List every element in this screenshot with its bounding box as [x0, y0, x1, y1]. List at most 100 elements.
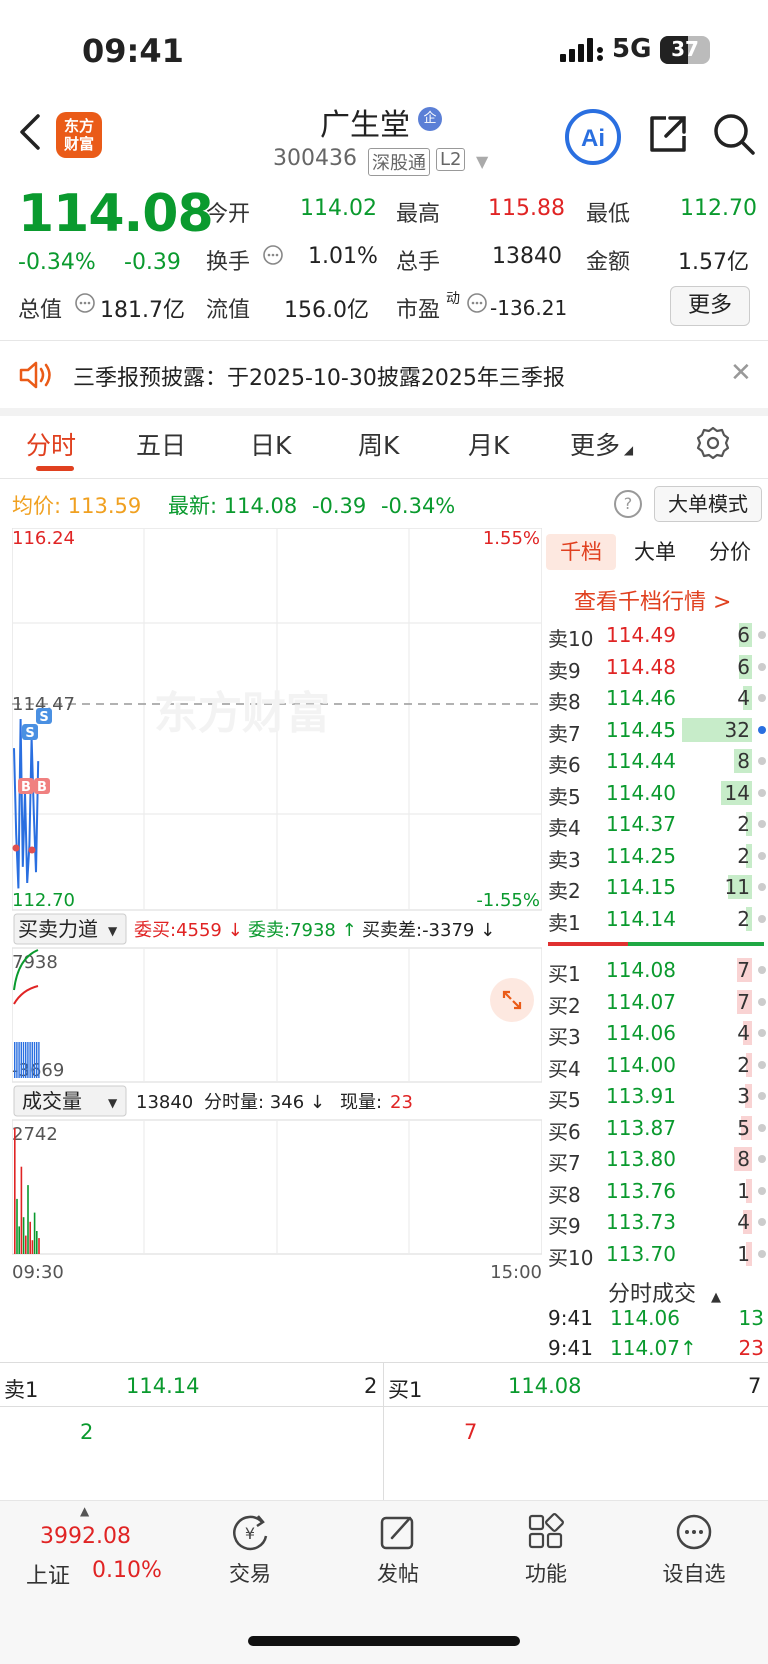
bid-row[interactable]: 买6 113.87 5	[548, 1113, 768, 1144]
network-type: 5G	[612, 34, 652, 64]
nav-functions-label: 功能	[525, 1562, 567, 1586]
turnover-label: 换手	[206, 250, 251, 275]
order-book-tabs: 千档 大单 分价	[546, 534, 768, 570]
ask-level-label: 卖3	[548, 847, 581, 872]
ask-row[interactable]: 卖10 114.49 6	[548, 620, 768, 651]
ask-price: 114.49	[606, 623, 676, 647]
bid-row[interactable]: 买1 114.08 7	[548, 955, 768, 986]
level1-ask-label: 卖1	[4, 1378, 39, 1402]
view-thousand-level-link[interactable]: 查看千档行情 >	[574, 584, 731, 616]
share-icon[interactable]	[646, 112, 690, 160]
big-order-mode-button[interactable]: 大单模式	[654, 486, 762, 522]
ask-price: 114.25	[606, 843, 676, 868]
status-dot	[758, 914, 766, 923]
bid-level-label: 买9	[548, 1214, 581, 1238]
tab-intraday[interactable]: 分时	[26, 426, 76, 462]
stock-name: 广生堂	[320, 108, 410, 143]
change-amount: -0.39	[124, 250, 181, 275]
status-dot	[758, 820, 766, 828]
bid-row[interactable]: 买7 113.80 8	[548, 1144, 768, 1175]
nav-add-watchlist[interactable]: 设自选	[634, 1508, 754, 1588]
more-dots-icon	[676, 1514, 712, 1550]
nav-functions[interactable]: 功能	[486, 1508, 606, 1588]
bid-row[interactable]: 买4 114.00 2	[548, 1050, 768, 1081]
amount-value: 1.57亿	[678, 250, 749, 275]
bid-row[interactable]: 买3 114.06 4	[548, 1018, 768, 1049]
ask-row[interactable]: 卖8 114.46 4	[548, 683, 768, 714]
divider	[0, 478, 768, 479]
ask-row[interactable]: 卖7 114.45 32	[548, 715, 768, 746]
pe-info-icon[interactable]	[466, 292, 488, 318]
volume-now: 23	[390, 1092, 413, 1113]
ai-assistant-button[interactable]: Ai	[564, 108, 622, 170]
ticks-title[interactable]: 分时成交 ▲	[608, 1276, 721, 1308]
notice-text[interactable]: 三季报预披露：于2025-10-30披露2025年三季报	[73, 360, 565, 392]
intraday-chart[interactable]: 东方财富 116.24 1.55% 114.47 112.70 -1.55% S…	[12, 528, 542, 1328]
bid-level-label: 买2	[548, 993, 581, 1018]
ask-row[interactable]: 卖6 114.44 8	[548, 746, 768, 777]
watermark: 东方财富	[154, 688, 330, 739]
tab-five-day[interactable]: 五日	[136, 426, 186, 462]
level1-bid-price: 114.08	[508, 1374, 582, 1398]
close-icon[interactable]: ✕	[730, 358, 752, 388]
tab-more[interactable]: 更多 ◢	[570, 426, 633, 462]
bid-row[interactable]: 买5 113.91 3	[548, 1081, 768, 1112]
tab-weekly-k[interactable]: 周K	[358, 426, 399, 462]
level1-ask-sub-vol: 2	[80, 1420, 94, 1444]
bid-row[interactable]: 买8 113.76 1	[548, 1176, 768, 1207]
ask-row[interactable]: 卖9 114.48 6	[548, 652, 768, 683]
ask-row[interactable]: 卖1 114.14 2	[548, 904, 768, 935]
gear-icon[interactable]	[696, 426, 730, 464]
index-value[interactable]: 3992.08	[40, 1524, 131, 1549]
search-icon[interactable]	[712, 112, 756, 160]
help-icon[interactable]: ?	[614, 490, 642, 518]
tab-price-distribution[interactable]: 分价	[694, 534, 766, 570]
bid-volume: 3	[737, 1084, 750, 1108]
bid-row[interactable]: 买10 113.70 1	[548, 1239, 768, 1270]
volume-bar	[16, 1198, 18, 1254]
caret-up-icon: ▲	[711, 1290, 722, 1305]
turnover-info-icon[interactable]	[262, 244, 284, 270]
app-logo[interactable]: 东方财富	[56, 112, 102, 158]
current-price: 114.08	[18, 184, 214, 244]
stock-switch-caret-icon[interactable]: ▼	[476, 152, 488, 171]
volume-max-label: 2742	[12, 1124, 58, 1145]
bid-volume: 2	[737, 1052, 750, 1077]
more-quote-button[interactable]: 更多	[670, 286, 750, 326]
bid-row[interactable]: 买9 113.73 4	[548, 1207, 768, 1238]
change-percent: -0.34%	[18, 250, 96, 275]
high-value: 115.88	[488, 196, 565, 221]
tab-thousand-level[interactable]: 千档	[546, 534, 616, 570]
bid-volume: 8	[737, 1147, 750, 1171]
volume-bars	[14, 1128, 40, 1254]
nav-post[interactable]: 发帖	[338, 1508, 458, 1588]
caret-up-icon[interactable]: ▲	[80, 1504, 89, 1518]
divider	[383, 1362, 384, 1500]
volume-value: 13840	[492, 244, 562, 269]
bid-price: 114.00	[606, 1052, 676, 1077]
pct-high-label: 1.55%	[483, 528, 540, 549]
ask-level-label: 卖5	[548, 784, 581, 809]
market-cap-info-icon[interactable]	[74, 292, 96, 318]
ask-row[interactable]: 卖5 114.40 14	[548, 778, 768, 809]
ask-level-label: 卖2	[548, 879, 581, 903]
expand-button[interactable]	[490, 978, 534, 1022]
divider	[0, 340, 768, 341]
nav-trade[interactable]: ¥ 交易	[190, 1508, 310, 1588]
back-icon[interactable]	[18, 112, 42, 156]
force-bar	[33, 1042, 36, 1078]
force-sell: 委卖:7938 ↑	[248, 920, 357, 941]
index-name[interactable]: 上证	[26, 1558, 70, 1590]
ask-level-label: 卖10	[548, 627, 594, 651]
ask-row[interactable]: 卖3 114.25 2	[548, 841, 768, 872]
index-percent[interactable]: 0.10%	[92, 1558, 162, 1583]
grid-icon	[528, 1513, 564, 1549]
tab-big-order[interactable]: 大单	[620, 534, 690, 570]
tab-monthly-k[interactable]: 月K	[468, 426, 509, 462]
ask-volume: 8	[737, 749, 750, 773]
tab-daily-k[interactable]: 日K	[250, 426, 291, 462]
ask-row[interactable]: 卖4 114.37 2	[548, 809, 768, 840]
ask-row[interactable]: 卖2 114.15 11	[548, 872, 768, 903]
price-low-label: 112.70	[12, 890, 75, 911]
bid-row[interactable]: 买2 114.07 7	[548, 987, 768, 1018]
